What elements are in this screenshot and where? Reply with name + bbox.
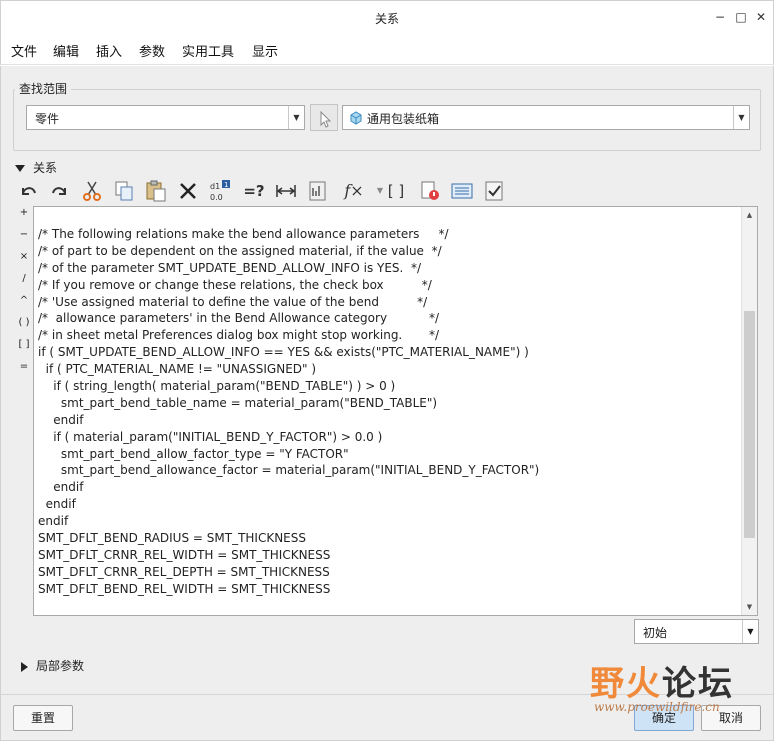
- menu-edit[interactable]: 编辑: [53, 41, 79, 60]
- verify-icon[interactable]: [417, 178, 443, 204]
- code-line: smt_part_bend_table_name = material_para…: [38, 395, 438, 410]
- show-dims-icon[interactable]: [449, 178, 475, 204]
- code-line: /* allowance parameters' in the Bend All…: [38, 311, 440, 326]
- menu-insert[interactable]: 插入: [96, 41, 122, 60]
- code-line: if ( PTC_MATERIAL_NAME != "UNASSIGNED" ): [38, 362, 317, 377]
- operator-parentheses[interactable]: ( ): [15, 317, 33, 328]
- operator-divide[interactable]: /: [15, 273, 33, 284]
- operator-brackets[interactable]: [ ]: [15, 339, 33, 350]
- svg-text:0.0: 0.0: [210, 193, 223, 202]
- watermark-logo: 野火论坛: [590, 664, 734, 704]
- copy-icon[interactable]: [111, 178, 137, 204]
- chevron-down-icon[interactable]: ▼: [288, 106, 304, 129]
- expand-icon: [21, 661, 28, 672]
- relations-header: 关系: [33, 161, 58, 175]
- chevron-down-icon[interactable]: ▼: [742, 620, 758, 643]
- scope-select[interactable]: 零件 ▼: [26, 105, 305, 130]
- undo-icon[interactable]: [15, 178, 41, 204]
- code-line: SMT_DFLT_CRNR_REL_DEPTH = SMT_THICKNESS: [38, 564, 330, 579]
- scope-select-value: 零件: [35, 112, 60, 126]
- maximize-button[interactable]: □: [732, 8, 750, 26]
- scroll-up-icon[interactable]: ▲: [742, 207, 757, 223]
- svg-text:d1: d1: [210, 182, 220, 191]
- redo-icon[interactable]: [47, 178, 73, 204]
- scroll-down-icon[interactable]: ▼: [742, 599, 757, 615]
- code-line: endif: [38, 480, 84, 495]
- reset-button[interactable]: 重置: [13, 705, 73, 731]
- cut-icon[interactable]: [79, 178, 105, 204]
- relation-state-value: 初始: [643, 626, 668, 640]
- watermark-url: www.proewildfire.cn: [594, 700, 720, 714]
- code-line: /* The following relations make the bend…: [38, 227, 449, 241]
- parentheses-icon[interactable]: [ ]: [383, 178, 409, 204]
- sort-icon[interactable]: [305, 178, 331, 204]
- switch-units-icon[interactable]: d1 0.0 1: [207, 178, 233, 204]
- select-model-button[interactable]: [310, 104, 338, 131]
- relation-state-select[interactable]: 初始 ▼: [634, 619, 759, 644]
- code-line: /* If you remove or change these relatio…: [38, 277, 432, 292]
- code-line: smt_part_bend_allowance_factor = materia…: [38, 463, 540, 478]
- operator-multiply[interactable]: ×: [15, 251, 33, 262]
- local-params-header: 局部参数: [36, 659, 85, 673]
- paste-icon[interactable]: [143, 178, 169, 204]
- close-button[interactable]: ✕: [752, 8, 770, 26]
- menu-file[interactable]: 文件: [11, 41, 37, 60]
- local-params-toggle[interactable]: 局部参数: [21, 657, 84, 674]
- operator-power[interactable]: ^: [15, 295, 33, 306]
- main-panel: 查找范围 零件 ▼ 通用包装纸箱 ▼ 关系 d1 0.0 1 =? f× ▼ […: [0, 66, 774, 694]
- code-line: /* 'Use assigned material to define the …: [38, 294, 428, 309]
- function-icon[interactable]: f×: [337, 178, 371, 204]
- collapse-icon: [15, 165, 25, 172]
- menu-display[interactable]: 显示: [252, 41, 278, 60]
- model-select-value: 通用包装纸箱: [367, 112, 440, 126]
- operator-minus[interactable]: −: [15, 229, 33, 240]
- code-line: /* of part to be dependent on the assign…: [38, 243, 442, 258]
- code-line: smt_part_bend_allow_factor_type = "Y FAC…: [38, 446, 349, 461]
- pointer-icon: [320, 110, 332, 128]
- menu-bar: 文件 编辑 插入 参数 实用工具 显示: [0, 34, 774, 65]
- scrollbar-thumb[interactable]: [744, 311, 755, 538]
- lookup-legend: 查找范围: [15, 80, 72, 97]
- code-line: if ( string_length( material_param("BEND…: [38, 379, 396, 394]
- operator-equals[interactable]: =: [15, 361, 33, 372]
- relations-code: /* The following relations make the bend…: [38, 226, 539, 598]
- operator-plus[interactable]: +: [15, 207, 33, 218]
- chevron-down-icon[interactable]: ▼: [733, 106, 749, 129]
- code-line: if ( material_param("INITIAL_BEND_Y_FACT…: [38, 429, 383, 444]
- evaluate-icon[interactable]: =?: [241, 178, 267, 204]
- delete-icon[interactable]: [175, 178, 201, 204]
- code-line: SMT_DFLT_CRNR_REL_WIDTH = SMT_THICKNESS: [38, 547, 331, 562]
- menu-utilities[interactable]: 实用工具: [182, 41, 234, 60]
- relations-section-toggle[interactable]: 关系: [15, 159, 57, 176]
- checklist-icon[interactable]: [481, 178, 507, 204]
- code-line: SMT_DFLT_BEND_RADIUS = SMT_THICKNESS: [38, 531, 306, 546]
- code-line: SMT_DFLT_BEND_REL_WIDTH = SMT_THICKNESS: [38, 581, 331, 596]
- code-line: if ( SMT_UPDATE_BEND_ALLOW_INFO == YES &…: [38, 345, 529, 360]
- code-line: /* in sheet metal Preferences dialog box…: [38, 328, 439, 343]
- minimize-button[interactable]: −: [711, 8, 729, 26]
- code-line: endif: [38, 497, 76, 512]
- model-select[interactable]: 通用包装纸箱 ▼: [342, 105, 750, 130]
- svg-text:1: 1: [224, 181, 228, 189]
- code-line: endif: [38, 514, 69, 529]
- title-bar: 关系 − □ ✕: [0, 0, 774, 34]
- window-title: 关系: [374, 12, 399, 26]
- code-line: /* of the parameter SMT_UPDATE_BEND_ALLO…: [38, 260, 422, 275]
- forum-watermark: 野火论坛 www.proewildfire.cn: [586, 656, 766, 736]
- dimension-icon[interactable]: [273, 178, 299, 204]
- code-line: endif: [38, 412, 84, 427]
- part-icon: [350, 111, 362, 125]
- editor-scrollbar[interactable]: ▲ ▼: [741, 207, 757, 615]
- menu-parameters[interactable]: 参数: [139, 41, 165, 60]
- relations-editor[interactable]: /* The following relations make the bend…: [33, 206, 758, 616]
